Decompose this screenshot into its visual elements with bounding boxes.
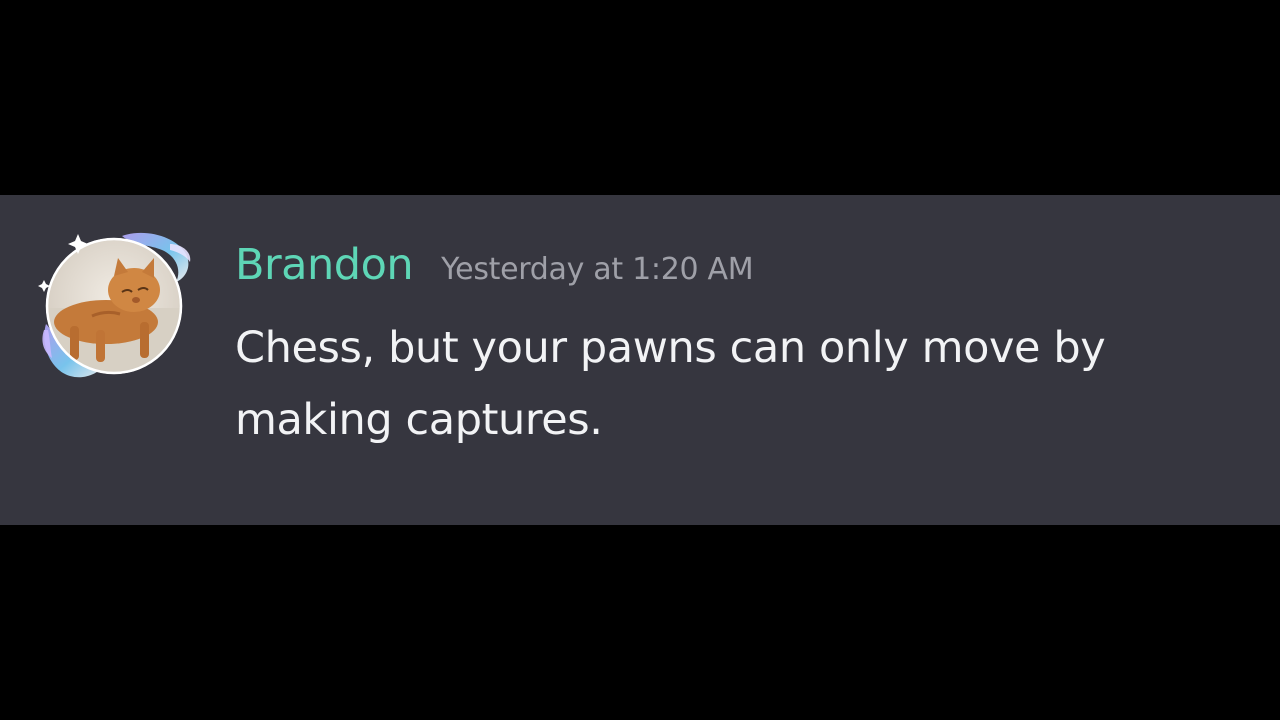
cat-avatar-icon xyxy=(38,232,191,378)
message-header: Brandon Yesterday at 1:20 AM xyxy=(235,240,754,302)
username[interactable]: Brandon xyxy=(235,240,414,290)
screen: Brandon Yesterday at 1:20 AM Chess, but … xyxy=(0,0,1280,720)
message-timestamp[interactable]: Yesterday at 1:20 AM xyxy=(441,252,753,287)
avatar[interactable] xyxy=(36,226,196,386)
message-content: Chess, but your pawns can only move by m… xyxy=(235,323,1106,445)
